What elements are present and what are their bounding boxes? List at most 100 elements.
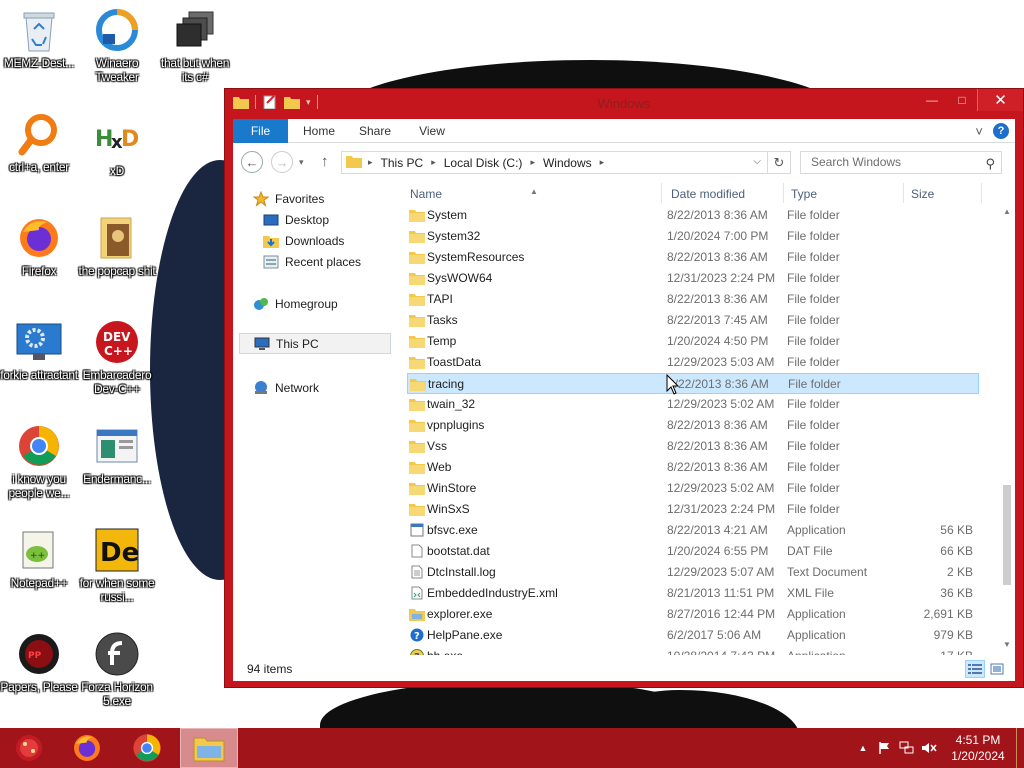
large-icons-view-button[interactable] bbox=[987, 660, 1007, 678]
start-button[interactable] bbox=[0, 728, 58, 768]
scrollbar-thumb[interactable] bbox=[1003, 485, 1011, 585]
nav-this-pc[interactable]: This PC bbox=[239, 333, 391, 354]
table-row[interactable]: System32 1/20/2024 7:00 PM File folder bbox=[407, 226, 979, 247]
desktop-icon-de-app[interactable]: De for when some russi... bbox=[76, 526, 158, 604]
column-header-date[interactable]: Date modified bbox=[671, 187, 745, 201]
table-row[interactable]: TAPI 8/22/2013 8:36 AM File folder bbox=[407, 289, 979, 310]
taskbar-chrome[interactable] bbox=[118, 728, 176, 768]
search-icon[interactable]: ⚲ bbox=[985, 153, 995, 174]
column-divider[interactable] bbox=[903, 183, 904, 203]
desktop-icon-papers-please[interactable]: PP Papers, Please bbox=[0, 630, 80, 694]
chevron-right-icon[interactable]: ▸ bbox=[530, 157, 535, 168]
breadcrumb-local-disk[interactable]: Local Disk (C:) ▸ bbox=[444, 156, 543, 170]
tab-share[interactable]: Share bbox=[353, 119, 397, 143]
file-size: 17 KB bbox=[907, 649, 973, 655]
taskbar-firefox[interactable] bbox=[58, 728, 116, 768]
title-bar[interactable]: ▾ Windows — □ ✕ bbox=[225, 89, 1023, 117]
maximize-button[interactable]: □ bbox=[947, 89, 977, 111]
table-row[interactable]: SystemResources 8/22/2013 8:36 AM File fol… bbox=[407, 247, 979, 268]
desktop-icon-chrome[interactable]: i know you people we... bbox=[0, 422, 80, 500]
address-dropdown-icon[interactable]: ⌵ bbox=[753, 156, 761, 167]
tab-home[interactable]: Home bbox=[295, 119, 343, 143]
desktop-icon-firefox[interactable]: Firefox bbox=[0, 214, 80, 278]
chevron-right-icon[interactable]: ▸ bbox=[431, 157, 436, 168]
nav-recent-places[interactable]: Recent places bbox=[263, 254, 361, 270]
network-tray-icon[interactable] bbox=[896, 728, 918, 768]
breadcrumb-windows[interactable]: Windows ▸ bbox=[543, 156, 612, 170]
table-row[interactable]: vpnplugins 8/22/2013 8:36 AM File folder bbox=[407, 415, 979, 436]
up-button[interactable]: ↑ bbox=[321, 153, 329, 170]
nav-homegroup[interactable]: Homegroup bbox=[253, 296, 338, 312]
table-row[interactable]: Tasks 8/22/2013 7:45 AM File folder bbox=[407, 310, 979, 331]
column-divider[interactable] bbox=[783, 183, 784, 203]
close-button[interactable]: ✕ bbox=[977, 89, 1023, 111]
svg-text:D: D bbox=[121, 127, 139, 152]
nav-desktop[interactable]: Desktop bbox=[263, 212, 329, 228]
column-divider[interactable] bbox=[661, 183, 662, 203]
file-type: File folder bbox=[787, 250, 840, 264]
desktop-icon-that-but-when[interactable]: that but when its c# bbox=[154, 6, 236, 84]
recent-locations-button[interactable]: ▾ bbox=[299, 157, 304, 168]
table-row[interactable]: ? HelpPane.exe 6/2/2017 5:06 AM Application… bbox=[407, 625, 979, 646]
table-row[interactable]: Vss 8/22/2013 8:36 AM File folder bbox=[407, 436, 979, 457]
nav-favorites[interactable]: Favorites bbox=[253, 191, 324, 207]
vertical-scrollbar[interactable]: ▲ ▼ bbox=[999, 205, 1015, 653]
refresh-button[interactable]: ↻ bbox=[768, 151, 791, 174]
minimize-button[interactable]: — bbox=[917, 89, 947, 111]
table-row[interactable]: bootstat.dat 1/20/2024 6:55 PM DAT File 66 … bbox=[407, 541, 979, 562]
nav-network[interactable]: Network bbox=[253, 380, 319, 396]
details-view-button[interactable] bbox=[965, 660, 985, 678]
desktop-icon-forza[interactable]: Forza Horizon 5.exe bbox=[76, 630, 158, 708]
column-header-type[interactable]: Type bbox=[791, 187, 817, 201]
table-row[interactable]: WinStore 12/29/2023 5:02 AM File folder bbox=[407, 478, 979, 499]
volume-muted-icon[interactable] bbox=[918, 728, 940, 768]
show-desktop-button[interactable] bbox=[1016, 728, 1024, 768]
desktop-icon-ctrl-a[interactable]: ctrl+a, enter bbox=[0, 110, 80, 174]
breadcrumb-this-pc[interactable]: This PC ▸ bbox=[381, 156, 444, 170]
table-row[interactable]: Web 8/22/2013 8:36 AM File folder bbox=[407, 457, 979, 478]
desktop-icon-endermanc[interactable]: Endermanc... bbox=[76, 422, 158, 486]
search-box[interactable]: Search Windows ⚲ bbox=[800, 151, 1002, 174]
show-hidden-icons-button[interactable]: ▲ bbox=[852, 728, 874, 768]
desktop-icon-memz[interactable]: MEMZ-Dest... bbox=[0, 6, 80, 70]
tab-view[interactable]: View bbox=[409, 119, 455, 143]
column-header-name[interactable]: Name bbox=[410, 187, 442, 201]
desktop-icon-xd[interactable]: HxD xD bbox=[76, 114, 158, 178]
taskbar-file-explorer[interactable] bbox=[180, 728, 238, 768]
desktop-icon-forkie[interactable]: forkie attractant bbox=[0, 318, 80, 382]
homegroup-icon bbox=[253, 296, 269, 312]
table-row[interactable]: twain_32 12/29/2023 5:02 AM File folder bbox=[407, 394, 979, 415]
forward-button[interactable]: → bbox=[271, 151, 293, 173]
table-row[interactable]: explorer.exe 8/27/2016 12:44 PM Applicatio… bbox=[407, 604, 979, 625]
table-row[interactable]: System 8/22/2013 8:36 AM File folder bbox=[407, 205, 979, 226]
column-divider[interactable] bbox=[981, 183, 982, 203]
chevron-right-icon[interactable]: ▸ bbox=[600, 157, 605, 168]
desktop-icon-devcpp[interactable]: DEV C++ Embarcadero Dev-C++ bbox=[76, 318, 158, 396]
expand-ribbon-icon[interactable]: ˅ bbox=[975, 124, 983, 139]
table-row[interactable]: bfsvc.exe 8/22/2013 4:21 AM Application 56 … bbox=[407, 520, 979, 541]
back-button[interactable]: ← bbox=[241, 151, 263, 173]
table-row[interactable]: WinSxS 12/31/2023 2:24 PM File folder bbox=[407, 499, 979, 520]
table-row[interactable]: EmbeddedIndustryE.xml 8/21/2013 11:51 PM X… bbox=[407, 583, 979, 604]
table-row[interactable]: DtcInstall.log 12/29/2023 5:07 AM Text Doc… bbox=[407, 562, 979, 583]
desktop-icon-popcap[interactable]: the popcap shit bbox=[76, 214, 158, 278]
tab-file[interactable]: File bbox=[233, 119, 288, 143]
desktop-icon-winaero[interactable]: Winaero Tweaker bbox=[76, 6, 158, 84]
desktop-icon-notepadpp[interactable]: ++ Notepad++ bbox=[0, 526, 80, 590]
table-row[interactable]: Temp 1/20/2024 4:50 PM File folder bbox=[407, 331, 979, 352]
table-row[interactable]: SysWOW64 12/31/2023 2:24 PM File folder bbox=[407, 268, 979, 289]
scroll-up-icon[interactable]: ▲ bbox=[1003, 207, 1011, 216]
taskbar-clock[interactable]: 4:51 PM 1/20/2024 bbox=[940, 732, 1016, 764]
help-icon[interactable]: ? bbox=[993, 123, 1009, 139]
desktop-icon-label: Embarcadero Dev-C++ bbox=[82, 368, 152, 396]
nav-downloads[interactable]: Downloads bbox=[263, 233, 344, 249]
table-row[interactable]: ? hh.exe 10/28/2014 7:43 PM Application 17 K… bbox=[407, 646, 979, 655]
column-header-size[interactable]: Size bbox=[911, 187, 934, 201]
file-name: WinSxS bbox=[427, 502, 470, 516]
action-center-flag-icon[interactable] bbox=[874, 728, 896, 768]
chevron-right-icon[interactable]: ▸ bbox=[368, 157, 373, 168]
scroll-down-icon[interactable]: ▼ bbox=[1003, 640, 1011, 649]
table-row-selected[interactable]: tracing 8/22/2013 8:36 AM File folder bbox=[407, 373, 979, 394]
table-row[interactable]: ToastData 12/29/2023 5:03 AM File folder bbox=[407, 352, 979, 373]
address-bar[interactable]: ▸ This PC ▸ Local Disk (C:) ▸ Windows ▸ ⌵ bbox=[341, 151, 768, 174]
